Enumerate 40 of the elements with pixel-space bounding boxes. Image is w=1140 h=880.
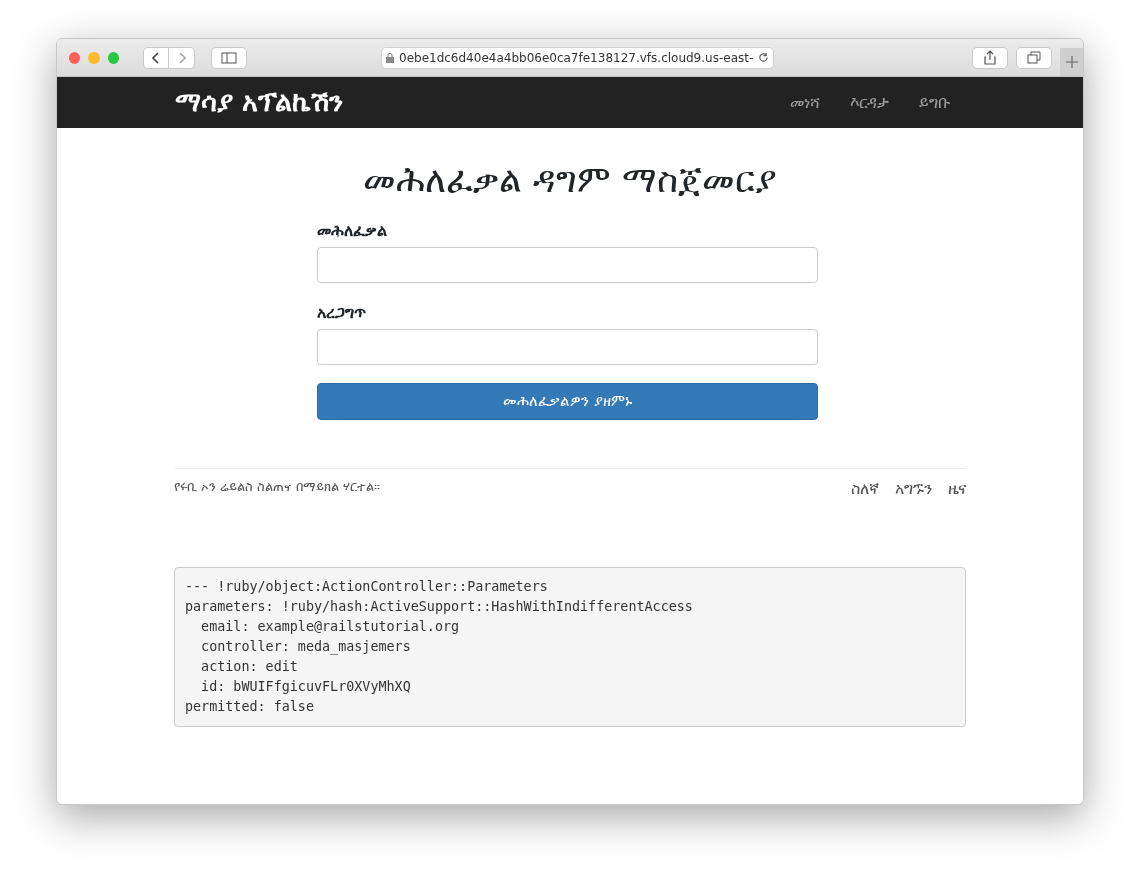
code-line: controller: meda_masjemers (200, 638, 412, 657)
nav-link[interactable]: ይግቡ (904, 90, 965, 115)
code-line: action: edit (200, 658, 299, 677)
footer-link[interactable]: ስለኛ (851, 479, 879, 499)
field-label: መሕለፈቃል (317, 220, 388, 243)
footer-link[interactable]: አግኙን (895, 479, 932, 499)
page-heading: መሕለፈቃል ዳግም ማስጀመርያ (361, 158, 779, 202)
code-line: email: example@railstutorial.org (200, 618, 461, 637)
field-label: አረጋግጥ (317, 302, 367, 325)
sidebar-icon (221, 51, 238, 64)
url-text: 0ebe1dc6d40e4a4bb06e0ca7fe138127.vfs.cloud9.us-east- (399, 49, 754, 67)
lock-icon (386, 52, 394, 63)
brand-link[interactable]: ማሳያ አፕልኬሽን (175, 82, 344, 123)
code-line: --- !ruby/object:ActionController::Parameters (185, 578, 549, 597)
input-field[interactable] (317, 329, 818, 366)
minimize-button[interactable] (88, 51, 100, 64)
plus-icon (1065, 56, 1078, 68)
close-button[interactable] (69, 51, 81, 64)
zoom-button[interactable] (107, 51, 120, 64)
chevron-right-icon (177, 51, 186, 64)
input-field[interactable] (317, 247, 818, 284)
nav-link[interactable]: መነሻ (775, 90, 835, 115)
share-icon (984, 50, 997, 65)
new-tab-button[interactable] (1060, 48, 1083, 76)
code-line: permitted: false (185, 698, 315, 717)
nav-link[interactable]: እርዳታ (835, 90, 904, 115)
footer-text: የሩቢ ኦን ሬይልስ ስልጠና በማይክል ሃርተል። (174, 478, 380, 497)
sidebar-button[interactable] (211, 46, 248, 69)
chevron-left-icon (152, 51, 161, 64)
submit-button[interactable]: መሕለፈቃልዎን ያዘምኑ (317, 383, 818, 421)
address-bar[interactable]: 0ebe1dc6d40e4a4bb06e0ca7fe138127.vfs.cloud9.us-east- (381, 46, 775, 69)
back-button[interactable] (143, 46, 170, 69)
code-line: id: bWUIFfgicuvFLr0XVyMhXQ (200, 678, 412, 697)
reload-icon[interactable] (758, 52, 770, 63)
share-button[interactable] (972, 46, 1009, 69)
forward-button[interactable] (169, 46, 196, 69)
tabs-button[interactable] (1016, 46, 1053, 69)
footer-link[interactable]: ዜና (948, 479, 966, 499)
tabs-icon (1027, 51, 1042, 64)
code-line: parameters: !ruby/hash:ActiveSupport::HashWithIndifferentAccess (185, 598, 694, 617)
